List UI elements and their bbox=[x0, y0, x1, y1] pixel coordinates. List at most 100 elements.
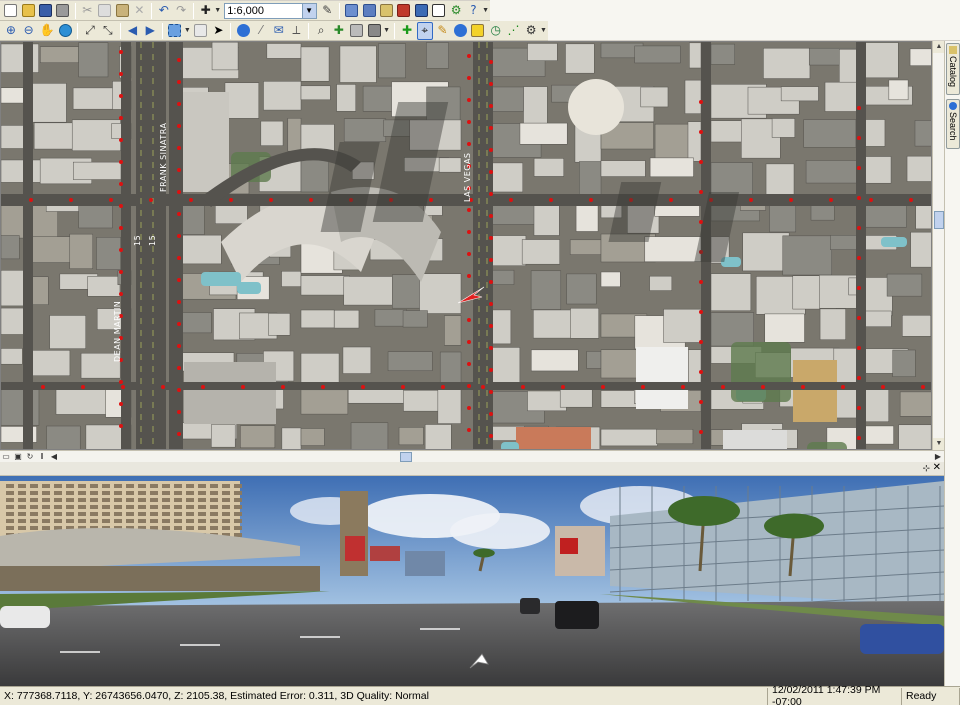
catalog-icon[interactable] bbox=[379, 2, 394, 20]
clear-selection-icon[interactable] bbox=[193, 22, 209, 40]
map-scale-combo[interactable]: 1:6,000 ▼ bbox=[224, 2, 317, 19]
street-label-las-vegas: LAS VEGAS bbox=[463, 152, 472, 202]
map-marker-dot bbox=[119, 50, 123, 54]
hotel-window bbox=[186, 505, 194, 509]
forward-icon[interactable]: ▶ bbox=[142, 22, 158, 40]
zoom-in-icon[interactable]: ⊕ bbox=[3, 22, 19, 40]
identify-icon[interactable] bbox=[235, 22, 251, 40]
viewer-icon[interactable] bbox=[366, 22, 382, 40]
help-icon[interactable]: ? bbox=[466, 2, 481, 20]
hyperlink-icon[interactable]: ✉ bbox=[271, 22, 287, 40]
chevron-down-icon[interactable]: ▼ bbox=[301, 3, 316, 18]
tab-catalog[interactable]: Catalog bbox=[946, 43, 960, 95]
scroll-right-icon[interactable]: ▶ bbox=[932, 451, 944, 462]
viewpoint-arrow-icon[interactable] bbox=[456, 285, 486, 305]
scrollbar-thumb[interactable] bbox=[400, 452, 412, 462]
clock-icon[interactable]: ◷ bbox=[488, 22, 504, 40]
find-icon[interactable]: ⌕ bbox=[313, 22, 329, 40]
hotel-window bbox=[186, 526, 194, 530]
pin-icon[interactable]: ⊹ bbox=[922, 463, 930, 474]
table-icon[interactable] bbox=[344, 2, 359, 20]
map-building bbox=[27, 350, 71, 376]
close-icon[interactable]: ✕ bbox=[933, 462, 941, 473]
scroll-left-icon[interactable]: ◀ bbox=[48, 451, 60, 462]
map-scale-value: 1:6,000 bbox=[227, 4, 264, 17]
map-building bbox=[521, 239, 560, 265]
html-popup-icon[interactable]: ⁄ bbox=[253, 22, 269, 40]
cut-icon[interactable]: ✂ bbox=[80, 2, 95, 20]
select-features-icon[interactable] bbox=[167, 22, 183, 40]
layout-view-icon[interactable]: ▭ bbox=[0, 451, 12, 462]
map-marker-dot bbox=[177, 146, 181, 150]
chevron-down-icon[interactable]: ▼ bbox=[383, 27, 390, 34]
info-icon[interactable] bbox=[452, 22, 468, 40]
redo-icon[interactable]: ↷ bbox=[174, 2, 189, 20]
map-marker-dot bbox=[177, 256, 181, 260]
hotel-window bbox=[6, 512, 14, 516]
tab-search[interactable]: Search bbox=[946, 99, 960, 149]
swipe-icon[interactable] bbox=[349, 22, 365, 40]
measure-icon[interactable]: ⟂ bbox=[289, 22, 305, 40]
globe-icon[interactable] bbox=[57, 22, 73, 40]
hotel-window bbox=[126, 519, 134, 523]
map-building bbox=[490, 269, 515, 285]
map-vegetation bbox=[731, 342, 791, 402]
undo-icon[interactable]: ↶ bbox=[156, 2, 171, 20]
streetview-panorama[interactable] bbox=[0, 476, 944, 686]
editor-icon[interactable]: ✎ bbox=[320, 2, 335, 20]
paste-icon[interactable] bbox=[114, 2, 129, 20]
fixed-zoom-out-icon[interactable]: ⤡ bbox=[100, 22, 116, 40]
delete-icon[interactable]: ✕ bbox=[132, 2, 147, 20]
palm-fronds bbox=[668, 496, 740, 526]
yellow-square-icon[interactable] bbox=[470, 22, 486, 40]
chevron-down-icon[interactable]: ▼ bbox=[184, 27, 191, 34]
pencil-icon[interactable]: ✎ bbox=[435, 22, 451, 40]
select-arrow-icon[interactable]: ➤ bbox=[211, 22, 227, 40]
map-marker-dot bbox=[489, 434, 493, 438]
scrollbar-thumb[interactable] bbox=[934, 211, 944, 229]
add-point-icon[interactable]: ✚ bbox=[399, 22, 415, 40]
hotel-window bbox=[42, 526, 50, 530]
map-building bbox=[516, 427, 591, 449]
window-icon[interactable] bbox=[396, 2, 411, 20]
map-view[interactable]: FRANK SINATRA LAS VEGAS DEAN MARTIN 15 1… bbox=[0, 41, 932, 450]
hotel-window bbox=[18, 484, 26, 488]
goto-xy-icon[interactable]: ✚ bbox=[331, 22, 347, 40]
save-icon[interactable] bbox=[38, 2, 53, 20]
hotel-window bbox=[162, 519, 170, 523]
toc-icon[interactable] bbox=[361, 2, 376, 20]
copy-icon[interactable] bbox=[97, 2, 112, 20]
fixed-zoom-in-icon[interactable]: ⤢ bbox=[82, 22, 98, 40]
pan-icon[interactable]: ✋ bbox=[38, 22, 55, 40]
hotel-window bbox=[18, 519, 26, 523]
open-icon[interactable] bbox=[20, 2, 35, 20]
print-icon[interactable] bbox=[55, 2, 70, 20]
map-marker-dot bbox=[699, 160, 703, 164]
target-icon[interactable]: ⌖ bbox=[416, 21, 433, 40]
back-icon[interactable]: ◀ bbox=[125, 22, 141, 40]
graph-icon[interactable]: ⋰ bbox=[506, 22, 522, 40]
chevron-down-icon[interactable]: ▼ bbox=[540, 27, 547, 34]
refresh-icon[interactable]: ↻ bbox=[24, 451, 36, 462]
new-icon[interactable] bbox=[3, 2, 18, 20]
map-vertical-scrollbar[interactable]: ▲ ▼ bbox=[932, 41, 945, 450]
python-icon[interactable] bbox=[414, 2, 429, 20]
settings-icon[interactable]: ⚙ bbox=[523, 22, 539, 40]
map-building bbox=[30, 83, 67, 123]
map-building bbox=[742, 232, 790, 272]
map-marker-dot bbox=[857, 256, 861, 260]
map-horizontal-scrollbar[interactable]: ▭ ▣ ↻ ‖ ◀ ▶ bbox=[0, 450, 944, 462]
chevron-down-icon[interactable]: ▼ bbox=[482, 7, 489, 14]
map-marker-dot bbox=[467, 142, 471, 146]
map-marker-dot bbox=[119, 72, 123, 76]
model-builder-icon[interactable]: ⚙ bbox=[448, 2, 463, 20]
map-building bbox=[334, 309, 360, 329]
data-view-icon[interactable]: ▣ bbox=[12, 451, 24, 462]
zoom-out-icon[interactable]: ⊖ bbox=[21, 22, 37, 40]
hotel-window bbox=[18, 491, 26, 495]
map-marker-dot bbox=[699, 310, 703, 314]
chevron-down-icon[interactable]: ▼ bbox=[214, 7, 221, 14]
arcscene-icon[interactable] bbox=[431, 2, 446, 20]
add-data-icon[interactable]: ✚ bbox=[198, 2, 213, 20]
pause-icon[interactable]: ‖ bbox=[36, 451, 48, 462]
